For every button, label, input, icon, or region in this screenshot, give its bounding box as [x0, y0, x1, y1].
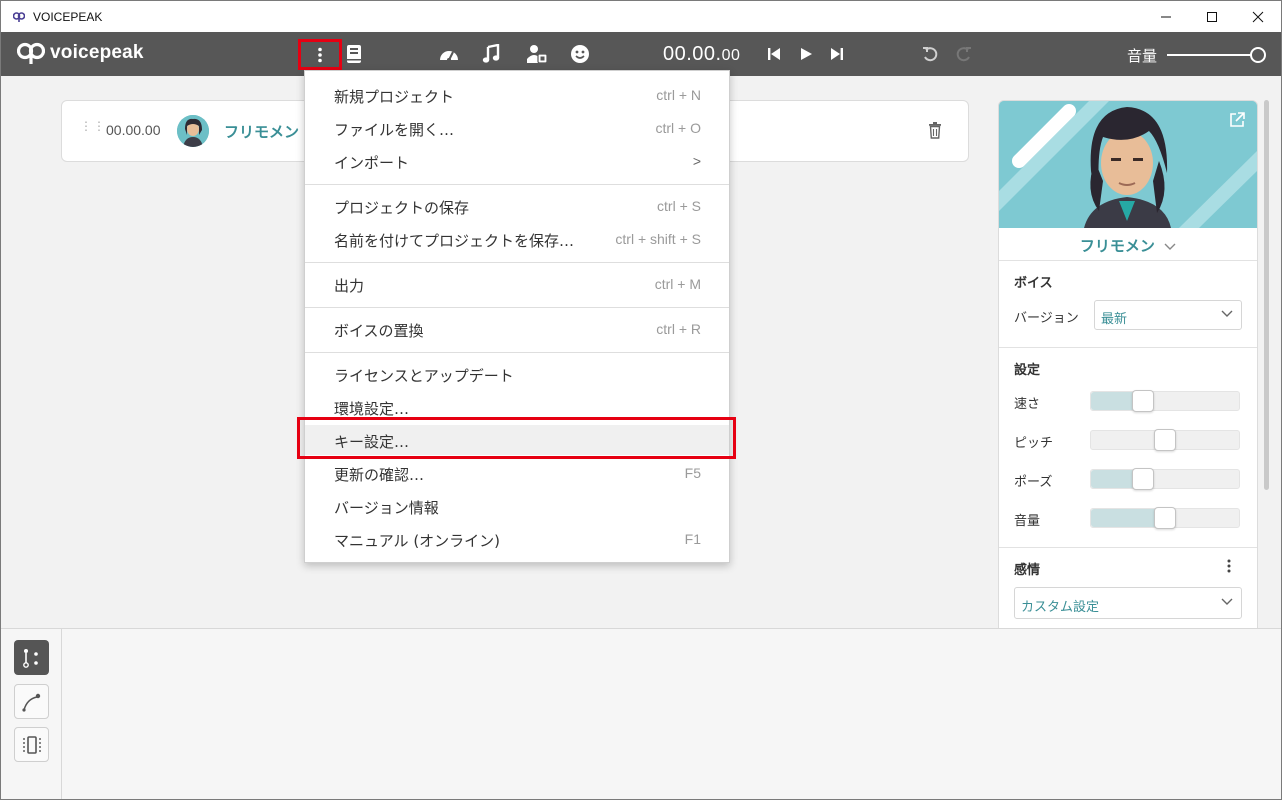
menu-item-check-updates[interactable]: 更新の確認… F5: [305, 458, 729, 488]
logo-icon: [17, 42, 45, 64]
play-icon: [801, 48, 812, 60]
open-external-button[interactable]: [1229, 112, 1245, 132]
undo-button[interactable]: [918, 42, 942, 66]
music-note-icon: [482, 44, 500, 63]
parameter-editor: [1, 628, 1281, 799]
voice-panel: フリモメン ボイス バージョン 最新 設定 速さ ピッチ ポーズ 音量 感情 カ…: [998, 100, 1258, 630]
emotion-select[interactable]: カスタム設定: [1014, 587, 1242, 619]
volume-label: 音量: [1014, 514, 1041, 529]
points-tool-icon: [22, 648, 38, 668]
master-volume-label: 音量: [1127, 47, 1158, 65]
skip-back-button[interactable]: [762, 42, 786, 66]
window-title: VOICEPEAK: [33, 9, 103, 24]
submenu-arrow-icon: >: [692, 153, 701, 169]
logo-text: voicepeak: [50, 42, 144, 63]
speed-slider[interactable]: [1090, 390, 1240, 412]
speed-label: 速さ: [1014, 397, 1041, 412]
pause-label: ポーズ: [1014, 475, 1053, 490]
speaker-settings-button[interactable]: [525, 42, 549, 66]
kebab-menu-icon: [318, 47, 322, 62]
speaker-settings-icon: [527, 45, 548, 64]
app-icon: [12, 10, 26, 24]
menu-item-new-project[interactable]: 新規プロジェクト ctrl + N: [305, 80, 729, 110]
menu-item-manual-online[interactable]: マニュアル (オンライン) F1: [305, 524, 729, 554]
emotion-menu-button[interactable]: [1227, 559, 1231, 573]
version-select[interactable]: 最新: [1094, 300, 1242, 330]
kebab-menu-icon: [1227, 559, 1231, 573]
chevron-down-icon: [1221, 598, 1233, 605]
pause-slider[interactable]: [1090, 468, 1240, 490]
trash-icon: [929, 122, 941, 139]
master-volume-track[interactable]: [1167, 54, 1257, 56]
chevron-down-icon: [1164, 243, 1176, 250]
annotation-highlight: [297, 417, 736, 459]
drag-handle-icon[interactable]: ⋮⋮: [80, 120, 106, 132]
skip-forward-icon: [831, 48, 843, 60]
minimize-icon: [1161, 16, 1171, 17]
music-button[interactable]: [479, 42, 503, 66]
app-window: VOICEPEAK voicepeak 00.00.00 音量 ⋮⋮ 00.00…: [0, 0, 1282, 800]
panel-voice-selector[interactable]: フリモメン: [999, 235, 1257, 256]
redo-button[interactable]: [952, 42, 976, 66]
speed-button[interactable]: [437, 42, 461, 66]
master-volume-knob[interactable]: [1250, 47, 1266, 63]
speedometer-icon: [440, 51, 458, 62]
voice-portrait: [999, 101, 1257, 228]
block-time: 00.00.00: [106, 122, 161, 138]
close-button[interactable]: [1235, 1, 1281, 32]
app-logo: voicepeak: [17, 41, 144, 65]
menu-item-replace-voice[interactable]: ボイスの置換 ctrl + R: [305, 314, 729, 344]
pitch-label: ピッチ: [1014, 436, 1054, 451]
menu-item-open-file[interactable]: ファイルを開く… ctrl + O: [305, 113, 729, 143]
undo-icon: [923, 47, 938, 62]
menu-item-export[interactable]: 出力 ctrl + M: [305, 269, 729, 299]
title-bar: VOICEPEAK: [1, 1, 1281, 32]
menu-item-version-info[interactable]: バージョン情報: [305, 491, 729, 521]
range-tool[interactable]: [14, 727, 49, 762]
curve-pen-icon: [21, 693, 40, 712]
playback-time: 00.00.00: [663, 43, 741, 65]
book-icon: [347, 45, 361, 63]
settings-section-title: 設定: [1014, 363, 1041, 378]
play-button[interactable]: [794, 42, 818, 66]
chevron-down-icon: [1221, 310, 1233, 317]
voice-section-title: ボイス: [1014, 276, 1053, 291]
range-select-icon: [22, 735, 41, 754]
emotion-button[interactable]: [568, 42, 592, 66]
volume-slider[interactable]: [1090, 507, 1240, 529]
version-label: バージョン: [1014, 311, 1079, 326]
menu-item-save-project[interactable]: プロジェクトの保存 ctrl + S: [305, 191, 729, 221]
close-icon: [1252, 11, 1264, 22]
delete-block-button[interactable]: [928, 122, 942, 143]
maximize-icon: [1207, 11, 1217, 22]
menu-item-save-as[interactable]: 名前を付けてプロジェクトを保存… ctrl + shift + S: [305, 224, 729, 254]
smiley-icon: [571, 45, 589, 63]
skip-forward-button[interactable]: [825, 42, 849, 66]
external-link-icon: [1230, 112, 1245, 127]
redo-icon: [956, 47, 971, 62]
dictionary-button[interactable]: [342, 42, 366, 66]
menu-item-license-update[interactable]: ライセンスとアップデート: [305, 359, 729, 389]
minimize-button[interactable]: [1143, 1, 1189, 32]
pitch-slider[interactable]: [1090, 429, 1240, 451]
point-select-tool[interactable]: [14, 640, 49, 675]
emotion-section-title: 感情: [1014, 563, 1041, 578]
skip-back-icon: [768, 48, 780, 60]
tool-sidebar: [1, 629, 62, 799]
block-voice-name[interactable]: フリモメン: [224, 121, 299, 142]
voice-avatar: [177, 115, 209, 147]
panel-scrollbar[interactable]: [1264, 100, 1269, 490]
main-menu-button[interactable]: [298, 39, 342, 70]
main-menu-dropdown: 新規プロジェクト ctrl + N ファイルを開く… ctrl + O インポート >…: [304, 70, 730, 563]
maximize-button[interactable]: [1189, 1, 1235, 32]
curve-tool[interactable]: [14, 684, 49, 719]
menu-item-import[interactable]: インポート >: [305, 146, 729, 176]
